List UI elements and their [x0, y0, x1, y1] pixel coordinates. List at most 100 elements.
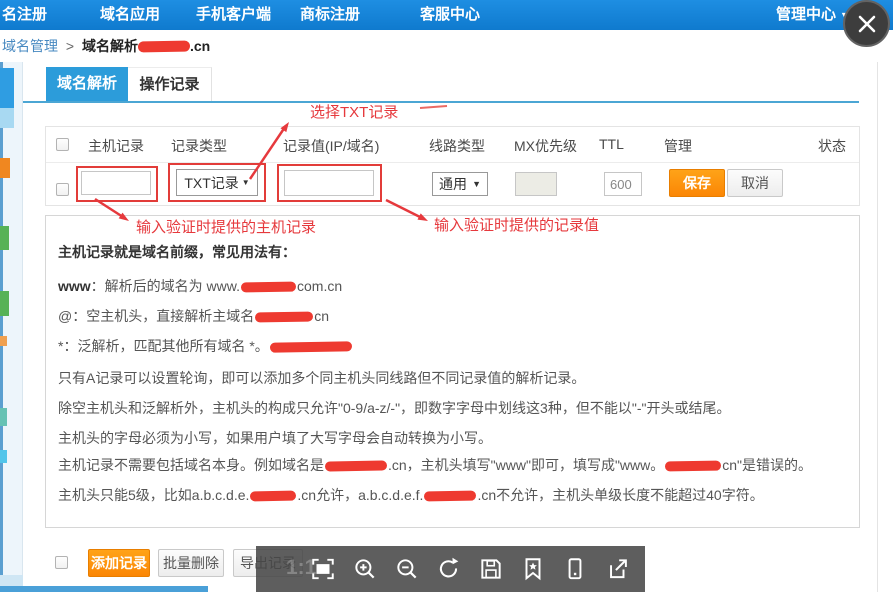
strip-block-lightblue — [0, 108, 14, 128]
bookmark-icon[interactable] — [518, 554, 548, 584]
nav-item-3[interactable]: 商标注册 — [300, 0, 360, 30]
annotation-select-txt: 选择TXT记录 — [310, 101, 398, 122]
annotation-host-hint: 输入验证时提供的主机记录 — [136, 216, 316, 237]
right-edge-line — [877, 62, 878, 592]
help-text: 只有A记录可以设置轮询，即可以添加多个同主机头同线路但不同记录值的解析记录。 — [58, 370, 585, 386]
redaction-mark — [138, 41, 190, 53]
strip-edge-line — [0, 62, 3, 592]
help-line: 只有A记录可以设置轮询，即可以添加多个同主机头同线路但不同记录值的解析记录。 — [58, 368, 585, 388]
nav-item-0[interactable]: 名注册 — [2, 0, 47, 30]
breadcrumb-domain-manage-link[interactable]: 域名管理 — [2, 38, 58, 54]
left-edge-strip — [0, 62, 23, 592]
header-cell-1: 记录类型 — [171, 136, 227, 156]
help-text: cn — [314, 308, 329, 324]
help-text: ：解析后的域名为 www. — [91, 278, 240, 294]
viewer-toolbar: 1:1 — [256, 546, 645, 592]
help-text: .cn允许，a.b.c.d.e.f. — [297, 487, 423, 503]
nav-item-4[interactable]: 客服中心 — [420, 0, 480, 30]
help-text: com.cn — [297, 278, 342, 294]
help-text: www — [58, 278, 91, 294]
strip-block-teal — [0, 408, 7, 426]
redaction-mark — [325, 460, 387, 471]
zoom-ratio-label: 1:1 — [286, 556, 316, 580]
redaction-mark — [270, 341, 352, 352]
add-record-button[interactable]: 添加记录 — [88, 549, 150, 577]
help-line: 主机头只能5级，比如a.b.c.d.e. .cn允许，a.b.c.d.e.f. .c… — [58, 485, 764, 505]
redaction-mark — [255, 311, 313, 322]
strip-block-orange2 — [0, 336, 7, 346]
help-text: 除空主机头和泛解析外，主机头的构成只允许"0-9/a-z/-"，即数字字母中划线… — [58, 400, 730, 416]
host-record-input[interactable] — [81, 171, 151, 195]
breadcrumb-separator: > — [66, 38, 74, 54]
mx-priority-input — [515, 172, 557, 196]
help-text: .cn不允许，主机头单级长度不能超过40字符。 — [477, 487, 763, 503]
rotate-icon[interactable] — [434, 554, 464, 584]
nav-item-1[interactable]: 域名应用 — [100, 0, 160, 30]
help-line: 主机记录就是域名前缀，常见用法有： — [58, 242, 296, 262]
header-cell-7: 状态 — [818, 136, 846, 156]
header-cell-4: MX优先级 — [514, 136, 577, 156]
help-box: 主机记录就是域名前缀，常见用法有： www：解析后的域名为 www. com.cn @… — [45, 215, 860, 528]
record-type-select[interactable]: TXT记录 ▼ — [176, 169, 258, 196]
help-text: 主机头的字母必须为小写，如果用户填了大写字母会自动转换为小写。 — [58, 430, 492, 446]
zoom-out-icon[interactable] — [392, 554, 422, 584]
save-icon[interactable] — [476, 554, 506, 584]
header-cell-2: 记录值(IP/域名) — [283, 136, 379, 156]
bottom-edge-bar — [0, 586, 208, 592]
header-cell-5: TTL — [599, 136, 624, 152]
help-line: www：解析后的域名为 www. com.cn — [58, 276, 342, 296]
strip-block-green2 — [0, 291, 9, 316]
close-icon — [856, 13, 878, 35]
record-type-value: TXT记录 — [184, 173, 238, 193]
help-text: 主机头只能5级，比如a.b.c.d.e. — [58, 487, 249, 503]
help-line: 主机记录不需要包括域名本身。例如域名是 .cn，主机头填写"www"即可，填写成"… — [58, 455, 812, 475]
header-cell-3: 线路类型 — [429, 136, 485, 156]
chevron-down-icon: ▼ — [242, 178, 250, 187]
line-type-select[interactable]: 通用 ▼ — [432, 172, 488, 196]
zoom-in-icon[interactable] — [350, 554, 380, 584]
tab-domain-resolution[interactable]: 域名解析 — [46, 67, 128, 101]
share-icon[interactable] — [602, 554, 632, 584]
strip-block-green — [0, 226, 9, 250]
close-button[interactable] — [843, 0, 890, 47]
help-text: 主机记录就是域名前缀，常见用法有： — [58, 244, 296, 260]
help-text: *：泛解析，匹配其他所有域名 *。 — [58, 338, 269, 354]
tab-operation-log[interactable]: 操作记录 — [128, 67, 212, 101]
top-nav-bar: 名注册 域名应用 手机客户端商标注册 客服中心 管理中心▼ — [0, 0, 893, 30]
redaction-mark — [241, 282, 296, 293]
cancel-button[interactable]: 取消 — [727, 169, 783, 197]
footer-select-all-checkbox[interactable] — [55, 556, 68, 569]
header-cell-0: 主机记录 — [88, 136, 144, 156]
line-type-value: 通用 — [439, 174, 467, 194]
select-all-checkbox[interactable] — [56, 138, 69, 151]
nav-item-5[interactable]: 管理中心▼ — [776, 0, 849, 30]
header-cell-6: 管理 — [664, 136, 692, 156]
batch-delete-button[interactable]: 批量删除 — [158, 549, 224, 577]
help-line: *：泛解析，匹配其他所有域名 *。 — [58, 336, 353, 356]
strip-block-orange — [0, 158, 10, 178]
redaction-mark — [250, 491, 296, 502]
row-checkbox[interactable] — [56, 183, 69, 196]
strip-block-blue — [0, 68, 14, 108]
save-button[interactable]: 保存 — [669, 169, 725, 197]
help-text: cn"是错误的。 — [722, 457, 812, 473]
annotation-value-hint: 输入验证时提供的记录值 — [434, 214, 599, 235]
table-header-divider — [46, 162, 859, 163]
strip-block-cyan — [0, 450, 7, 463]
redaction-mark — [424, 491, 476, 502]
help-line: @：空主机头，直接解析主域名 cn — [58, 306, 329, 326]
tab-underline — [23, 101, 859, 103]
ttl-input[interactable] — [604, 172, 642, 196]
breadcrumb: 域名管理 > 域名解析.cn — [0, 30, 893, 62]
record-value-input[interactable] — [284, 170, 374, 196]
device-icon[interactable] — [560, 554, 590, 584]
redaction-mark — [665, 461, 721, 472]
help-line: 除空主机头和泛解析外，主机头的构成只允许"0-9/a-z/-"，即数字字母中划线… — [58, 398, 730, 418]
chevron-down-icon: ▼ — [472, 179, 481, 189]
help-text: .cn，主机头填写"www"即可，填写成"www。 — [388, 457, 664, 473]
help-text: @：空主机头，直接解析主域名 — [58, 308, 254, 324]
help-line: 主机头的字母必须为小写，如果用户填了大写字母会自动转换为小写。 — [58, 428, 492, 448]
nav-item-2[interactable]: 手机客户端 — [196, 0, 271, 30]
help-text: 主机记录不需要包括域名本身。例如域名是 — [58, 457, 324, 473]
breadcrumb-current: 域名解析.cn — [82, 38, 210, 54]
